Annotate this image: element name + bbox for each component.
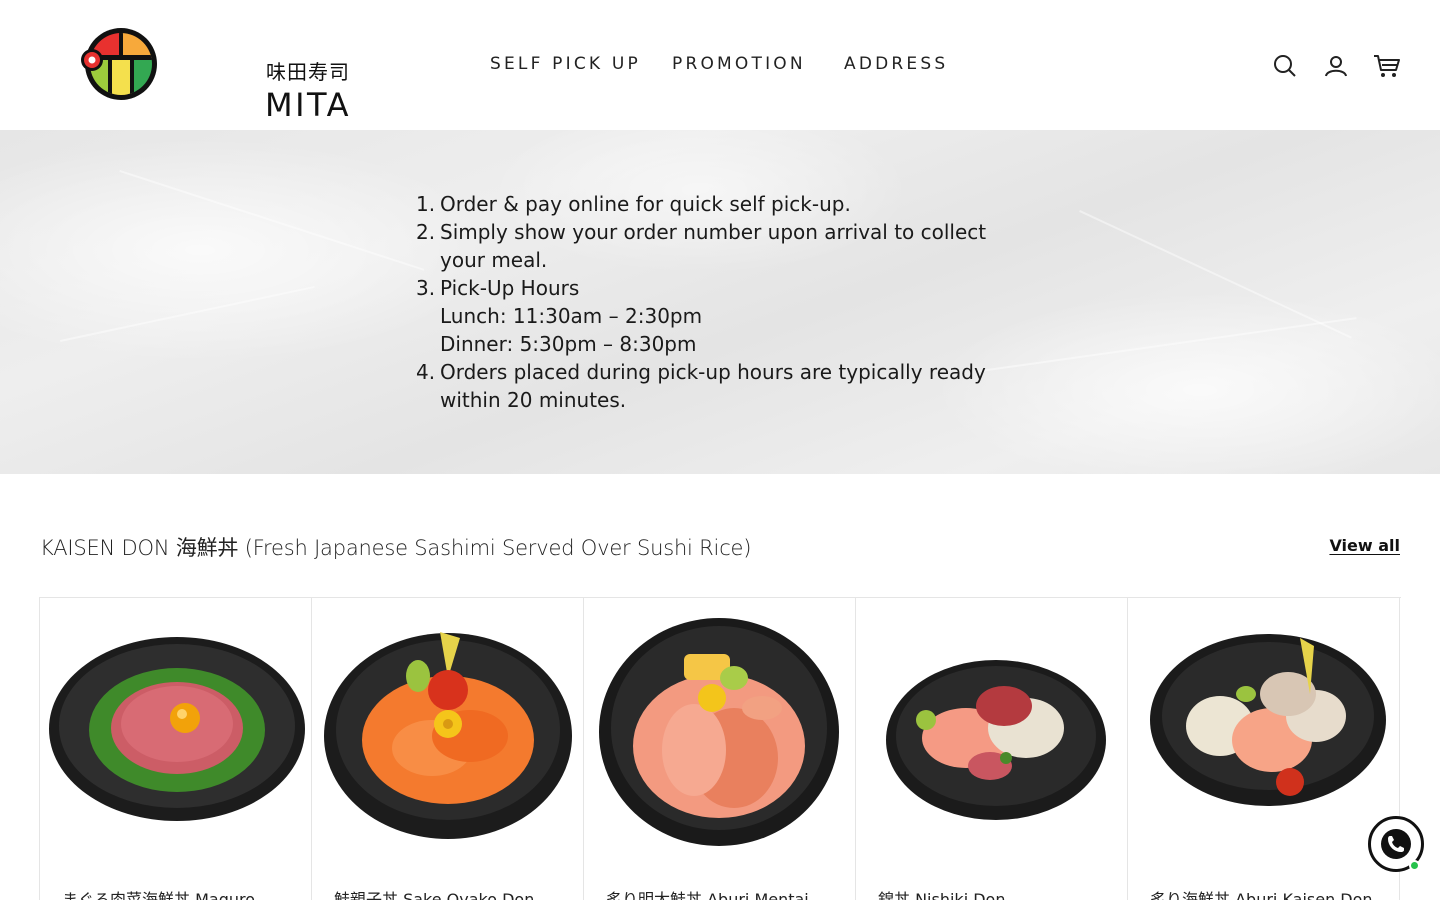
product-card[interactable]: まぐろ肉菜海鮮丼 Maguro ... xyxy=(40,598,312,900)
product-name: 鮭親子丼 Sake Oyako Don xyxy=(334,890,535,900)
product-name: 炙り明太鮭丼 Aburi Mentai ... xyxy=(606,890,830,900)
user-icon[interactable] xyxy=(1323,53,1349,79)
pickup-step: 4. Orders placed during pick-up hours ar… xyxy=(416,360,986,412)
pickup-info-banner: 1. Order & pay online for quick self pic… xyxy=(0,130,1440,474)
product-name: 炙り海鮮丼 Aburi Kaisen Don xyxy=(1150,890,1373,900)
product-name: 錦丼 Nishiki Don xyxy=(878,890,1006,900)
main-nav: SELF PICK UP PROMOTION ADDRESS xyxy=(490,53,964,75)
pickup-step: 2. Simply show your order number upon ar… xyxy=(416,220,987,272)
product-card[interactable]: 炙り海鮮丼 Aburi Kaisen Don xyxy=(1128,598,1400,900)
collection-title: KAISEN DON 海鮮丼 (Fresh Japanese Sashimi S… xyxy=(40,536,752,560)
site-header: 味田寿司 MITA SUSHI SELF PICK UP PROMOTION A… xyxy=(0,0,1440,162)
search-icon[interactable] xyxy=(1272,53,1298,79)
logo-mark-icon xyxy=(81,28,157,100)
brand-logo[interactable]: 味田寿司 MITA SUSHI xyxy=(78,26,408,162)
online-status-dot xyxy=(1409,860,1420,871)
product-image xyxy=(49,637,305,821)
nav-item-promotion[interactable]: PROMOTION xyxy=(672,53,844,75)
product-image xyxy=(324,632,572,839)
nav-item-address[interactable]: ADDRESS xyxy=(844,53,964,75)
product-card[interactable]: 錦丼 Nishiki Don xyxy=(856,598,1128,900)
product-grid: まぐろ肉菜海鮮丼 Maguro ... 鮭親子丼 Sake Oyako Don xyxy=(39,597,1401,900)
view-all-link[interactable]: View all xyxy=(1329,536,1400,555)
pickup-step: 1. Order & pay online for quick self pic… xyxy=(416,192,851,216)
pickup-step: 3. Pick-Up Hours Lunch: 11:30am – 2:30pm… xyxy=(416,276,703,356)
product-image xyxy=(886,660,1106,820)
nav-item-self-pick-up[interactable]: SELF PICK UP xyxy=(490,53,672,75)
brand-name-cn: 味田寿司 xyxy=(266,60,350,84)
cart-icon[interactable] xyxy=(1373,53,1400,79)
product-card[interactable]: 鮭親子丼 Sake Oyako Don xyxy=(312,598,584,900)
phone-icon xyxy=(1381,829,1411,859)
product-image xyxy=(1150,634,1386,806)
pickup-steps-list: 1. Order & pay online for quick self pic… xyxy=(416,190,1056,414)
product-image xyxy=(599,618,839,846)
product-name: まぐろ肉菜海鮮丼 Maguro ... xyxy=(62,890,276,900)
product-card[interactable]: 炙り明太鮭丼 Aburi Mentai ... xyxy=(584,598,856,900)
